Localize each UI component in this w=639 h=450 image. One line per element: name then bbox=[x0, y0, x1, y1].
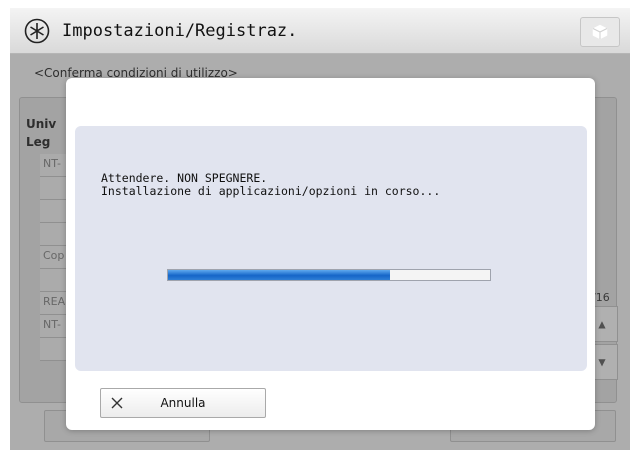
cancel-button[interactable]: Annulla bbox=[100, 388, 266, 418]
cube-icon bbox=[592, 24, 608, 40]
progress-dialog: Attendere. NON SPEGNERE. Installazione d… bbox=[66, 78, 595, 430]
settings-star-icon bbox=[24, 18, 50, 43]
status-message: Attendere. NON SPEGNERE. Installazione d… bbox=[101, 172, 440, 198]
cancel-label: Annulla bbox=[160, 396, 206, 410]
header-cube-button[interactable] bbox=[580, 17, 620, 47]
progress-fill bbox=[168, 270, 391, 280]
status-line-2: Installazione di applicazioni/opzioni in… bbox=[101, 184, 441, 198]
progress-bar bbox=[167, 269, 491, 281]
page-title: Impostazioni/Registraz. bbox=[62, 20, 298, 41]
title-bar: Impostazioni/Registraz. bbox=[10, 8, 630, 54]
message-area: Attendere. NON SPEGNERE. Installazione d… bbox=[75, 126, 587, 371]
